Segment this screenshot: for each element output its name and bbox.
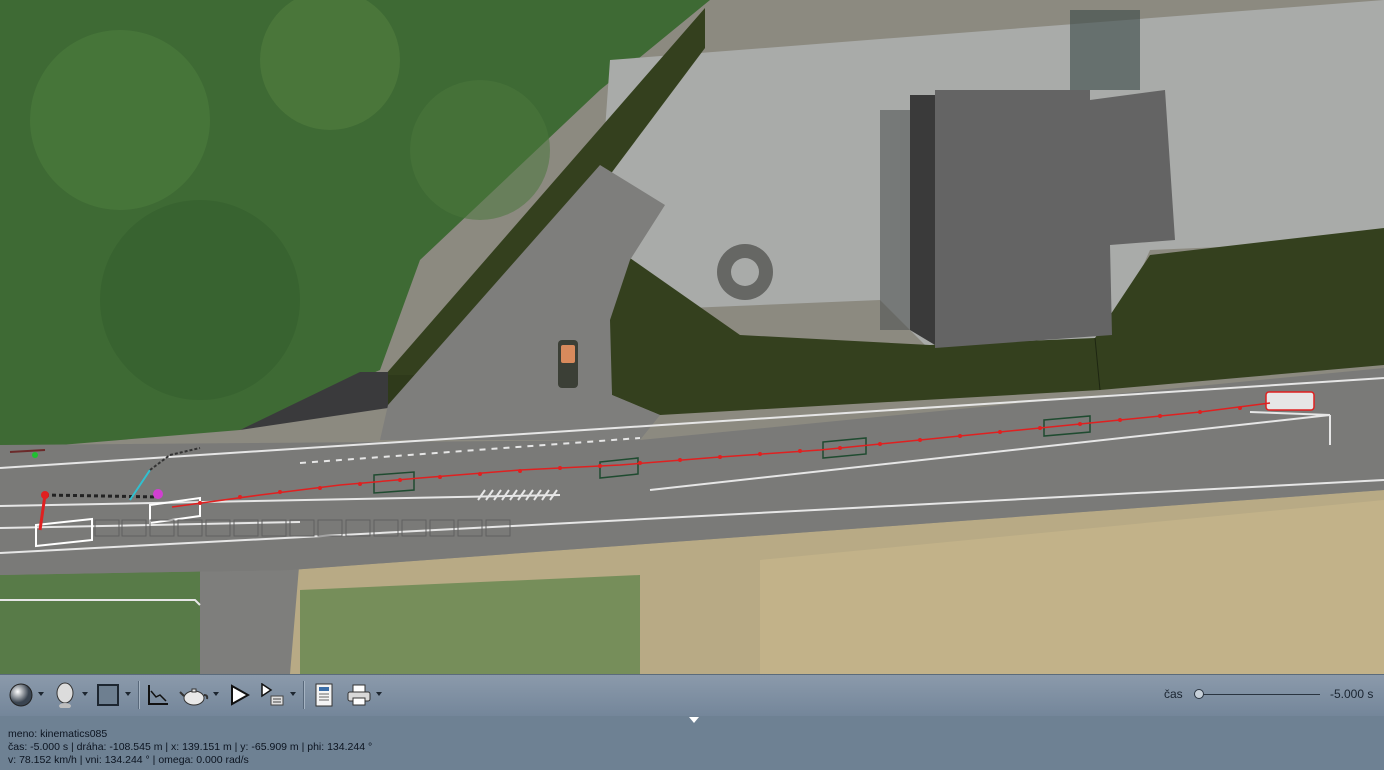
time-slider[interactable] [1194,687,1320,701]
status-name-line: meno: kinematics085 [8,728,108,740]
camera-button[interactable] [178,681,210,709]
time-value: -5.000 s [1330,687,1374,701]
square-icon [97,684,119,706]
teapot-icon [179,688,209,706]
chevron-down-icon[interactable] [38,692,44,696]
background-color-button[interactable] [94,681,122,709]
head-icon [56,682,74,708]
chevron-down-icon[interactable] [376,692,382,696]
collapse-panel-button[interactable] [686,716,702,726]
chevron-down-icon[interactable] [213,692,219,696]
status-position-line: čas: -5.000 s | dráha: -108.545 m | x: 1… [8,741,373,753]
play-icon [231,684,250,706]
render-mode-button[interactable] [6,681,36,709]
chevron-down-icon[interactable] [125,692,131,696]
step-button[interactable] [258,681,288,709]
field-area [0,560,200,674]
toolbar: čas -5.000 s [0,674,1384,716]
time-label: čas [1164,687,1183,701]
target-car [1265,391,1315,411]
chevron-down-icon[interactable] [290,692,296,696]
side-road [200,555,300,674]
document-icon [315,683,333,707]
graph-button[interactable] [144,681,172,709]
head-view-button[interactable] [50,681,80,709]
step-icon [261,683,284,706]
chevron-down-icon[interactable] [82,692,88,696]
time-slider-thumb[interactable] [1194,689,1204,699]
graph-icon [148,685,168,705]
printer-icon [347,684,371,706]
sphere-icon [9,683,33,707]
time-slider-track [1200,694,1320,695]
building-wall [910,95,935,345]
report-button[interactable] [310,681,338,709]
scene-canvas[interactable] [0,0,1384,674]
3d-viewport[interactable] [0,0,1384,674]
status-velocity-line: v: 78.152 km/h | vni: 134.244 ° | omega:… [8,754,249,766]
play-button[interactable] [226,681,252,709]
print-button[interactable] [344,681,374,709]
